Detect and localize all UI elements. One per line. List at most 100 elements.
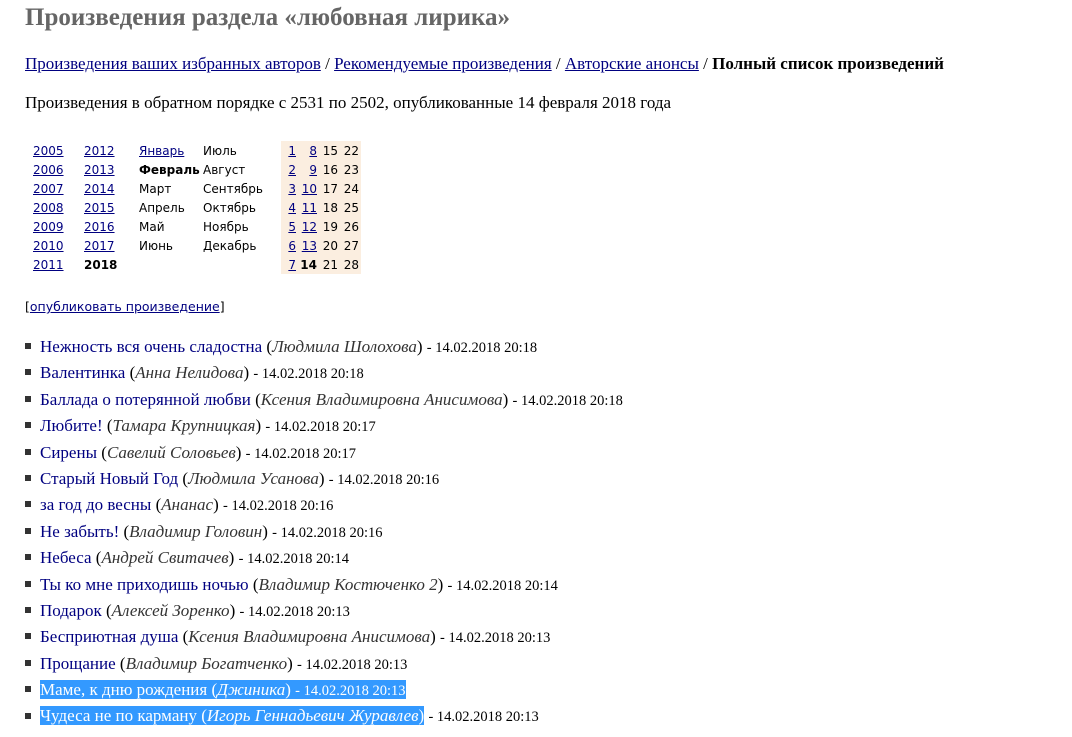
work-title-link[interactable]: Сирены: [40, 443, 97, 462]
calendar-day-link[interactable]: 11: [302, 201, 317, 215]
calendar-year-link[interactable]: 2009: [33, 220, 64, 234]
work-title-link[interactable]: Любите!: [40, 416, 103, 435]
calendar-year-link[interactable]: 2012: [84, 144, 115, 158]
list-item: за год до весны (Ананас) - 14.02.2018 20…: [25, 493, 623, 519]
work-main: Подарок (Алексей Зоренко): [40, 601, 235, 620]
calendar-month: Декабрь: [203, 238, 257, 253]
bullet-icon: [25, 659, 31, 666]
calendar-day-link[interactable]: 13: [302, 239, 317, 253]
calendar-day-link[interactable]: 8: [309, 144, 317, 158]
nav-link-favorite-authors[interactable]: Произведения ваших избранных авторов: [25, 54, 321, 73]
nav-link-author-announcements[interactable]: Авторские анонсы: [565, 54, 699, 73]
bullet-icon: [25, 607, 31, 613]
calendar-day-link[interactable]: 12: [302, 220, 317, 234]
work-author-link[interactable]: Алексей Зоренко: [112, 601, 230, 620]
work-author: (Владимир Богатченко): [119, 653, 293, 673]
work-date: - 14.02.2018 20:17: [265, 419, 376, 436]
calendar-day: 18: [322, 200, 338, 215]
work-title-link[interactable]: Прощание: [40, 654, 116, 673]
work-author: (Людмила Шолохова): [266, 337, 423, 356]
work-date-value: 14.02.2018 20:16: [231, 498, 334, 515]
work-main: Бесприютная душа (Ксения Владимировна Ан…: [40, 627, 436, 646]
work-author-link[interactable]: Владимир Головин: [129, 522, 262, 541]
calendar-day-link[interactable]: 2: [288, 163, 296, 177]
calendar-year-link[interactable]: 2005: [33, 144, 64, 158]
work-title-link[interactable]: Бесприютная душа: [40, 627, 178, 646]
work-author-link[interactable]: Людмила Шолохова: [272, 337, 417, 356]
calendar-day-link[interactable]: 1: [288, 144, 296, 158]
calendar-year-link[interactable]: 2014: [84, 182, 115, 196]
work-title-link[interactable]: Валентинка: [40, 363, 125, 382]
work-author-link[interactable]: Владимир Богатченко: [126, 654, 288, 673]
calendar-day: 16: [322, 162, 338, 177]
work-author-link[interactable]: Савелий Соловьев: [107, 443, 236, 462]
calendar-month: Июнь: [139, 238, 173, 253]
work-author: (Джиника): [211, 680, 291, 700]
bullet-icon: [25, 448, 31, 455]
list-item: Нежность вся очень сладостна (Людмила Шо…: [25, 335, 623, 361]
work-title-link[interactable]: Ты ко мне приходишь ночью: [40, 575, 249, 594]
work-date-value: 14.02.2018 20:13: [247, 603, 350, 620]
calendar-day-link[interactable]: 7: [288, 258, 296, 272]
calendar-month: Май: [139, 219, 165, 234]
calendar-year-link[interactable]: 2011: [33, 258, 64, 272]
calendar-day: 20: [322, 238, 338, 253]
calendar-day-link[interactable]: 10: [302, 182, 317, 196]
work-author: (Владимир Костюченко 2): [252, 574, 444, 594]
calendar-year-link[interactable]: 2017: [84, 239, 115, 253]
calendar-day-link[interactable]: 3: [288, 182, 296, 196]
work-author: (Людмила Усанова): [182, 468, 325, 488]
work-author-link[interactable]: Игорь Геннадьевич Журавлев: [207, 706, 419, 725]
work-title-link[interactable]: Нежность вся очень сладостна: [40, 337, 262, 356]
calendar-day-link[interactable]: 6: [288, 239, 296, 253]
calendar-year-link[interactable]: 2015: [84, 201, 115, 215]
work-author-link[interactable]: Ксения Владимировна Анисимова: [188, 627, 430, 646]
nav-link-recommended[interactable]: Рекомендуемые произведения: [334, 54, 552, 73]
work-author-link[interactable]: Владимир Костюченко 2: [259, 575, 438, 594]
calendar-month-link[interactable]: Январь: [139, 144, 184, 158]
work-title-link[interactable]: Баллада о потерянной любви: [40, 390, 251, 409]
calendar-day: 28: [343, 257, 359, 272]
calendar-day-link[interactable]: 9: [309, 163, 317, 177]
calendar-day: 25: [343, 200, 359, 215]
work-author-link[interactable]: Джиника: [217, 680, 285, 699]
work-author-link[interactable]: Ананас: [161, 495, 213, 514]
work-date-value: 14.02.2018 20:13: [303, 683, 406, 700]
work-main: Баллада о потерянной любви (Ксения Влади…: [40, 390, 508, 409]
work-title-link[interactable]: Небеса: [40, 548, 92, 567]
bullet-icon: [25, 633, 31, 640]
work-author-link[interactable]: Ксения Владимировна Анисимова: [261, 390, 503, 409]
calendar-year-link[interactable]: 2007: [33, 182, 64, 196]
work-author: (Алексей Зоренко): [106, 600, 236, 620]
work-author-link[interactable]: Анна Нелидова: [135, 363, 243, 382]
work-author-link[interactable]: Тамара Крупницкая: [113, 416, 256, 435]
calendar-day-link[interactable]: 4: [288, 201, 296, 215]
work-title-link[interactable]: Маме, к дню рождения: [40, 680, 207, 699]
calendar-day: 24: [343, 181, 359, 196]
work-author-link[interactable]: Андрей Свитачев: [101, 548, 228, 567]
list-item: Небеса (Андрей Свитачев) - 14.02.2018 20…: [25, 546, 623, 572]
work-date-value: 14.02.2018 20:18: [520, 392, 623, 409]
bullet-icon: [25, 712, 31, 719]
work-title-link[interactable]: Чудеса не по карману: [40, 706, 197, 725]
calendar-year-link[interactable]: 2010: [33, 239, 64, 253]
calendar-day: 15: [322, 143, 338, 158]
work-date: - 14.02.2018 20:16: [272, 524, 383, 541]
work-date: - 14.02.2018 20:13: [295, 683, 406, 700]
calendar-year-link[interactable]: 2006: [33, 163, 64, 177]
calendar-year-link[interactable]: 2016: [84, 220, 115, 234]
work-author: (Анна Нелидова): [129, 363, 250, 383]
list-item: Сирены (Савелий Соловьев) - 14.02.2018 2…: [25, 441, 623, 467]
work-author-link[interactable]: Людмила Усанова: [188, 469, 319, 488]
work-title-link[interactable]: Подарок: [40, 601, 102, 620]
bullet-icon: [25, 580, 31, 587]
calendar-month: Октябрь: [203, 200, 256, 215]
calendar-day-link[interactable]: 5: [288, 220, 296, 234]
publish-work-link[interactable]: опубликовать произведение: [30, 299, 220, 314]
work-title-link[interactable]: Старый Новый Год: [40, 469, 178, 488]
bullet-icon: [25, 422, 31, 429]
work-title-link[interactable]: за год до весны: [40, 495, 151, 514]
work-title-link[interactable]: Не забыть!: [40, 522, 119, 541]
calendar-year-link[interactable]: 2013: [84, 163, 115, 177]
calendar-year-link[interactable]: 2008: [33, 201, 64, 215]
